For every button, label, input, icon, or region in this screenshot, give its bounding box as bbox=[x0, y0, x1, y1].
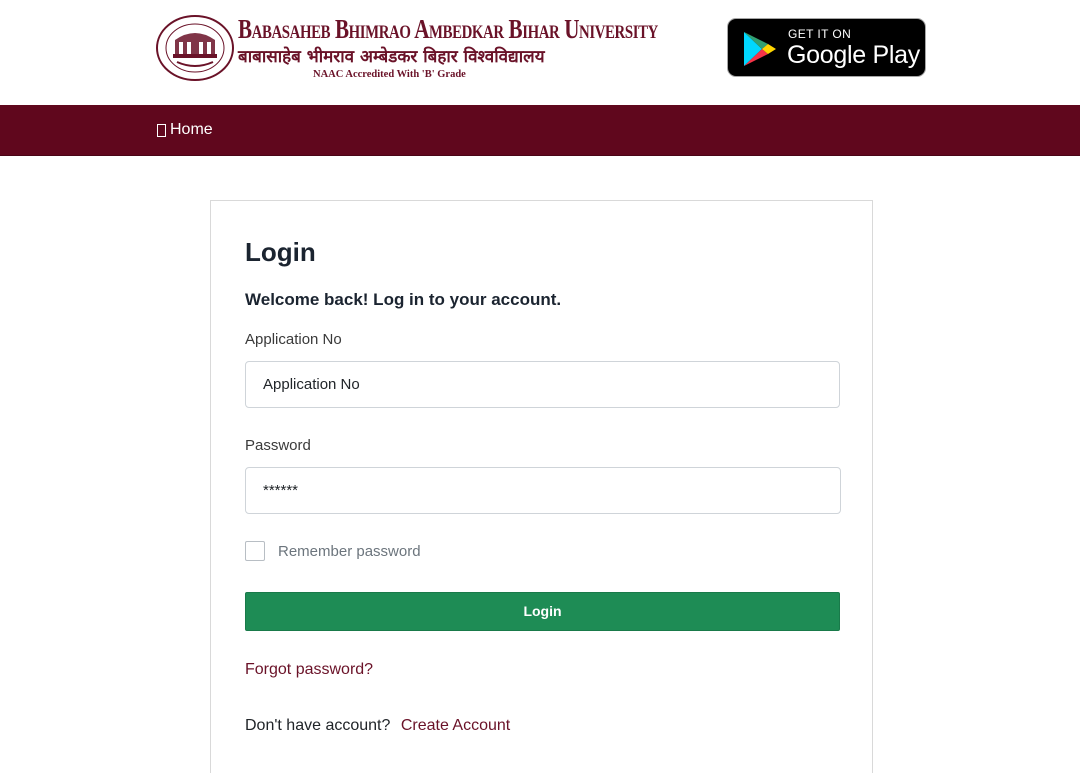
university-logo[interactable]: Babasaheb Bhimrao Ambedkar Bihar Univers… bbox=[155, 12, 658, 84]
store-badge-big-text: Google Play bbox=[787, 41, 920, 69]
no-account-text: Don't have account? bbox=[245, 717, 391, 734]
application-no-label: Application No bbox=[245, 331, 342, 348]
university-name-hi: बाबासाहेब भीमराव अम्बेडकर बिहार विश्वविद… bbox=[238, 47, 545, 67]
login-button[interactable]: Login bbox=[245, 592, 840, 631]
application-no-input[interactable] bbox=[245, 361, 840, 408]
signup-prompt: Don't have account? Create Account bbox=[245, 717, 510, 735]
login-card: Login Welcome back! Log in to your accou… bbox=[210, 200, 873, 773]
nav-home-label: Home bbox=[170, 121, 213, 138]
university-name-en: Babasaheb Bhimrao Ambedkar Bihar Univers… bbox=[238, 14, 658, 44]
password-input[interactable] bbox=[245, 467, 841, 514]
password-label: Password bbox=[245, 437, 311, 454]
create-account-link[interactable]: Create Account bbox=[401, 717, 510, 734]
google-play-badge[interactable]: GET IT ON Google Play bbox=[727, 18, 926, 77]
nav-home-link[interactable]: Home bbox=[157, 121, 213, 139]
remember-password-label: Remember password bbox=[278, 542, 421, 560]
remember-password-option[interactable]: Remember password bbox=[245, 541, 421, 561]
home-icon bbox=[157, 124, 166, 137]
google-play-icon bbox=[744, 32, 776, 66]
university-seal-icon bbox=[156, 15, 234, 81]
main-navbar: Home bbox=[0, 105, 1080, 156]
welcome-subtitle: Welcome back! Log in to your account. bbox=[245, 290, 562, 309]
forgot-password-link[interactable]: Forgot password? bbox=[245, 661, 373, 679]
site-header: Babasaheb Bhimrao Ambedkar Bihar Univers… bbox=[0, 0, 1080, 105]
page-title: Login bbox=[245, 237, 316, 267]
remember-password-checkbox[interactable] bbox=[245, 541, 265, 561]
store-badge-small-text: GET IT ON bbox=[788, 27, 852, 41]
accreditation-text: NAAC Accredited With 'B' Grade bbox=[313, 69, 466, 80]
